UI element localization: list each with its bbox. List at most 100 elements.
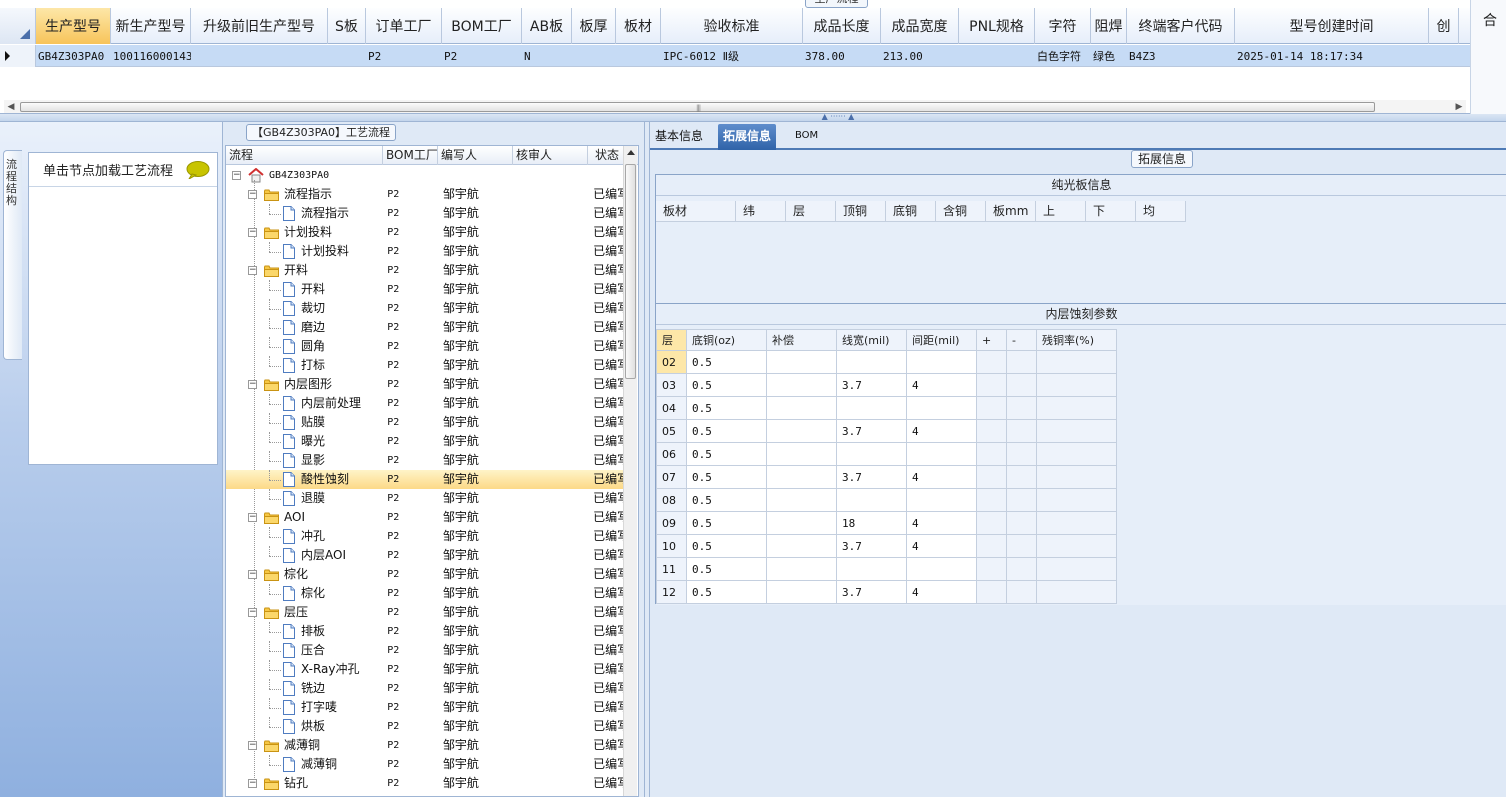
tree-row[interactable]: 打标 P2 邹宇航 已编写 bbox=[226, 356, 626, 375]
etch-cell[interactable] bbox=[766, 465, 837, 489]
tree-row[interactable]: 烘板 P2 邹宇航 已编写 bbox=[226, 717, 626, 736]
grid-horizontal-scrollbar[interactable]: ◀ ||| ▶ bbox=[4, 100, 1466, 113]
scroll-track[interactable]: ||| bbox=[18, 102, 1452, 112]
etch-cell[interactable]: 4 bbox=[906, 373, 977, 397]
side-tab-flow-structure[interactable]: 流程结构 bbox=[3, 150, 22, 360]
plain-col-header[interactable]: 均 bbox=[1136, 201, 1186, 222]
plain-col-header[interactable]: 下 bbox=[1086, 201, 1136, 222]
etch-col-header[interactable]: 残铜率(%) bbox=[1036, 329, 1117, 351]
etch-cell[interactable] bbox=[1006, 465, 1037, 489]
etch-cell[interactable] bbox=[766, 419, 837, 443]
etch-cell[interactable] bbox=[976, 557, 1007, 581]
etch-col-header[interactable]: 层 bbox=[656, 329, 687, 351]
etch-cell[interactable] bbox=[1006, 488, 1037, 512]
col-header-bom-factory[interactable]: BOM工厂 bbox=[383, 146, 438, 165]
grid-col-header[interactable]: BOM工厂 bbox=[442, 8, 522, 44]
tree-row[interactable]: 压合 P2 邹宇航 已编写 bbox=[226, 641, 626, 660]
etch-cell[interactable]: 3.7 bbox=[836, 580, 907, 604]
etch-cell[interactable]: 18 bbox=[836, 511, 907, 535]
grid-cell[interactable] bbox=[572, 45, 616, 67]
collapse-icon[interactable]: − bbox=[248, 779, 257, 788]
tree-row[interactable]: 裁切 P2 邹宇航 已编写 bbox=[226, 299, 626, 318]
etch-cell[interactable]: 4 bbox=[906, 465, 977, 489]
tree-row[interactable]: 开料 P2 邹宇航 已编写 bbox=[226, 280, 626, 299]
etch-cell[interactable] bbox=[1036, 396, 1117, 420]
grid-cell[interactable] bbox=[959, 45, 1035, 67]
grid-col-header[interactable]: 验收标准 bbox=[661, 8, 803, 44]
collapse-icon[interactable]: − bbox=[248, 513, 257, 522]
tree-row[interactable]: 贴膜 P2 邹宇航 已编写 bbox=[226, 413, 626, 432]
tree-row[interactable]: − 开料 P2 邹宇航 已编写 bbox=[226, 261, 626, 280]
col-header-writer[interactable]: 编写人 bbox=[438, 146, 513, 165]
plain-col-header[interactable]: 板mm bbox=[986, 201, 1036, 222]
plain-col-header[interactable]: 顶铜 bbox=[836, 201, 886, 222]
etch-cell[interactable] bbox=[1036, 465, 1117, 489]
tree-row[interactable]: 打字唛 P2 邹宇航 已编写 bbox=[226, 698, 626, 717]
tree-row[interactable]: 内层前处理 P2 邹宇航 已编写 bbox=[226, 394, 626, 413]
tree-row[interactable]: 酸性蚀刻 P2 邹宇航 已编写 bbox=[226, 470, 626, 489]
grid-cell[interactable] bbox=[328, 45, 366, 67]
etch-cell[interactable] bbox=[1006, 442, 1037, 466]
etch-row[interactable]: 10 0.5 3.7 4 bbox=[656, 534, 1117, 558]
etch-cell[interactable] bbox=[976, 534, 1007, 558]
etch-cell[interactable]: 4 bbox=[906, 534, 977, 558]
grid-cell[interactable] bbox=[1429, 45, 1459, 67]
row-indicator[interactable] bbox=[0, 45, 36, 67]
grid-col-header[interactable]: 阻焊 bbox=[1091, 8, 1127, 44]
collapse-icon[interactable]: − bbox=[232, 171, 241, 180]
etch-cell[interactable] bbox=[1006, 511, 1037, 535]
tab-extended-info[interactable]: 拓展信息 bbox=[718, 124, 777, 150]
etch-cell[interactable] bbox=[976, 419, 1007, 443]
scroll-right-icon[interactable]: ▶ bbox=[1452, 102, 1466, 112]
flow-scroll-thumb[interactable] bbox=[625, 164, 636, 379]
etch-cell[interactable]: 0.5 bbox=[686, 534, 767, 558]
etch-cell[interactable] bbox=[766, 350, 837, 374]
etch-row[interactable]: 12 0.5 3.7 4 bbox=[656, 580, 1117, 604]
etch-cell[interactable]: 0.5 bbox=[686, 465, 767, 489]
etch-cell[interactable] bbox=[1036, 534, 1117, 558]
tree-row[interactable]: − 棕化 P2 邹宇航 已编写 bbox=[226, 565, 626, 584]
etch-cell[interactable] bbox=[836, 488, 907, 512]
tree-row[interactable]: − 计划投料 P2 邹宇航 已编写 bbox=[226, 223, 626, 242]
etch-cell[interactable] bbox=[766, 442, 837, 466]
col-header-flow[interactable]: 流程 bbox=[226, 146, 383, 165]
etch-cell[interactable]: 0.5 bbox=[686, 511, 767, 535]
etch-cell[interactable] bbox=[836, 442, 907, 466]
etch-row[interactable]: 11 0.5 bbox=[656, 557, 1117, 581]
etch-cell[interactable] bbox=[906, 396, 977, 420]
etch-cell[interactable]: 3.7 bbox=[836, 534, 907, 558]
etch-cell[interactable] bbox=[976, 396, 1007, 420]
etch-cell[interactable] bbox=[1036, 350, 1117, 374]
etch-cell[interactable] bbox=[836, 350, 907, 374]
tree-row[interactable]: 退膜 P2 邹宇航 已编写 bbox=[226, 489, 626, 508]
horizontal-splitter[interactable]: ▲ ······ ▲ bbox=[0, 113, 1506, 122]
etch-cell[interactable]: 0.5 bbox=[686, 557, 767, 581]
etch-cell[interactable]: 0.5 bbox=[686, 419, 767, 443]
grid-cell[interactable] bbox=[616, 45, 661, 67]
etch-col-header[interactable]: 底铜(oz) bbox=[686, 329, 767, 351]
grid-cell[interactable]: GB4Z303PA0 bbox=[36, 45, 111, 67]
etch-row[interactable]: 07 0.5 3.7 4 bbox=[656, 465, 1117, 489]
collapse-icon[interactable]: − bbox=[248, 228, 257, 237]
etch-cell[interactable]: 4 bbox=[906, 419, 977, 443]
etch-cell[interactable] bbox=[976, 488, 1007, 512]
etch-cell[interactable] bbox=[1036, 488, 1117, 512]
etch-cell[interactable]: 0.5 bbox=[686, 373, 767, 397]
splitter-grip-icon[interactable]: ▲ ······ ▲ bbox=[808, 113, 868, 122]
grid-data-row[interactable]: GB4Z303PA010011600014321P2P2NIPC-6012 Ⅱ级… bbox=[0, 45, 1470, 67]
etch-cell[interactable]: 4 bbox=[906, 580, 977, 604]
tree-row[interactable]: − 流程指示 P2 邹宇航 已编写 bbox=[226, 185, 626, 204]
tree-row[interactable]: 铣边 P2 邹宇航 已编写 bbox=[226, 679, 626, 698]
etch-cell[interactable] bbox=[906, 488, 977, 512]
grid-cell[interactable]: 213.00 bbox=[881, 45, 959, 67]
tree-row[interactable]: 冲孔 P2 邹宇航 已编写 bbox=[226, 527, 626, 546]
grid-col-header[interactable]: 终端客户代码 bbox=[1127, 8, 1235, 44]
etch-cell[interactable] bbox=[766, 373, 837, 397]
col-header-reviewer[interactable]: 核审人 bbox=[513, 146, 588, 165]
grid-col-header[interactable]: AB板 bbox=[522, 8, 572, 44]
grid-cell[interactable]: 378.00 bbox=[803, 45, 881, 67]
etch-col-header[interactable]: + bbox=[976, 329, 1007, 351]
grid-cell[interactable]: 白色字符 bbox=[1035, 45, 1091, 67]
grid-col-header[interactable]: 升级前旧生产型号 bbox=[191, 8, 328, 44]
etch-cell[interactable] bbox=[1006, 350, 1037, 374]
